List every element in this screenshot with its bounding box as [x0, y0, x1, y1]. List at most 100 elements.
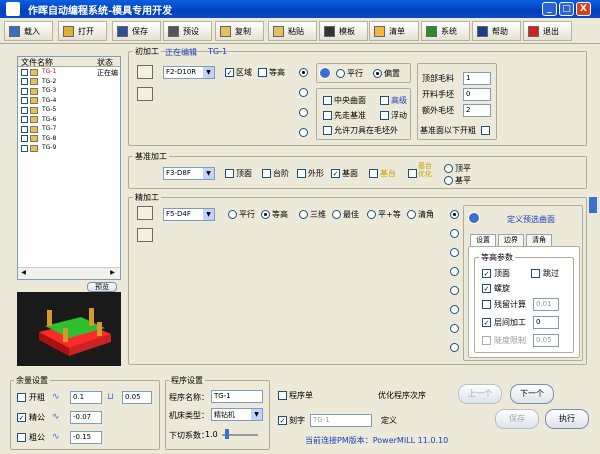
toolbar-button-preset[interactable]: 预设 [163, 21, 212, 41]
file-name[interactable]: TG-7 [42, 125, 56, 132]
toolbar-button-list[interactable]: 清单 [369, 21, 419, 41]
finish-edit-icon[interactable] [137, 228, 153, 242]
file-name[interactable]: TG-9 [42, 144, 56, 151]
spiral-checkbox[interactable]: ✓ [482, 284, 491, 293]
steep-checkbox[interactable] [482, 336, 491, 345]
rough-radio-1[interactable] [299, 68, 308, 77]
residual-input[interactable]: 0.01 [533, 298, 559, 311]
file-name[interactable]: TG-1 [42, 68, 56, 75]
layer-checkbox[interactable]: ✓ [482, 318, 491, 327]
finish-strategy-radio-7[interactable] [450, 343, 459, 352]
stock-1-input[interactable]: -0.07 [70, 411, 102, 424]
toolbar-button-paste[interactable]: 粘贴 [268, 21, 317, 41]
stock-0-checkbox[interactable] [17, 393, 26, 402]
datum-1-checkbox[interactable] [262, 169, 271, 178]
engrave-input[interactable]: TG-1 [310, 414, 372, 427]
file-checkbox[interactable] [21, 116, 28, 123]
file-checkbox[interactable] [21, 125, 28, 133]
file-checkbox[interactable] [21, 144, 28, 152]
datum-3-checkbox[interactable]: ✓ [331, 169, 340, 178]
rough-area-checkbox[interactable]: ✓ [225, 68, 234, 77]
toolbar-button-help[interactable]: 帮助 [472, 21, 521, 41]
file-checkbox[interactable] [21, 68, 28, 76]
vertical-scroll-thumb[interactable] [589, 197, 597, 213]
column-header-name[interactable]: 文件名称 [21, 57, 53, 68]
finish-option-0-radio[interactable] [228, 210, 237, 219]
rough-tool-select[interactable]: F2-D10R [163, 66, 215, 79]
finish-strategy-radio-2[interactable] [450, 248, 459, 257]
file-name[interactable]: TG-3 [42, 87, 56, 94]
offset-radio[interactable] [373, 69, 382, 78]
finish-top-checkbox[interactable]: ✓ [482, 269, 491, 278]
center-surface-checkbox[interactable] [323, 96, 332, 105]
maximize-button[interactable]: □ [559, 2, 574, 16]
advanced-checkbox[interactable] [380, 96, 389, 105]
finish-option-4-radio[interactable] [367, 210, 376, 219]
finish-option-1-radio[interactable] [261, 210, 270, 219]
machine-type-select[interactable]: 精钻机 [211, 408, 263, 421]
datum-4-checkbox[interactable] [369, 169, 378, 178]
layer-input[interactable]: 0 [533, 316, 559, 329]
finish-strategy-radio-5[interactable] [450, 305, 459, 314]
rough-radio-4[interactable] [299, 128, 308, 137]
rough-radio-2[interactable] [299, 88, 308, 97]
stock-2-input[interactable]: -0.15 [70, 431, 102, 444]
top-stock-input[interactable]: 1 [463, 72, 491, 85]
finish-option-5-radio[interactable] [407, 210, 416, 219]
rough-zlevel-checkbox[interactable] [258, 68, 267, 77]
finish-skip-checkbox[interactable] [531, 269, 540, 278]
file-list[interactable]: 文件名称 状态 TG-1 正在编 TG-2 TG-3 TG-4 TG-5 TG-6 TG-7 T… [17, 56, 121, 280]
define-surface-label[interactable]: 定义预选曲面 [507, 214, 555, 225]
minimize-button[interactable]: _ [542, 2, 557, 16]
finish-strategy-radio-3[interactable] [450, 267, 459, 276]
steep-input[interactable]: 0.05 [533, 334, 559, 347]
finish-option-3-radio[interactable] [332, 210, 341, 219]
close-button[interactable]: X [576, 2, 591, 16]
prev-button[interactable]: 上一个 [458, 384, 502, 404]
file-name[interactable]: TG-2 [42, 78, 56, 85]
toolbar-button-template[interactable]: 模板 [319, 21, 368, 41]
open-stock-input[interactable]: 0 [463, 88, 491, 101]
finish-strategy-radio-0[interactable] [450, 210, 459, 219]
factor-slider-thumb[interactable] [225, 429, 229, 439]
rough-stock-input-2[interactable]: 0.05 [122, 391, 152, 404]
program-name-input[interactable]: TG-1 [211, 390, 263, 403]
file-checkbox[interactable] [21, 106, 28, 114]
datum-0-checkbox[interactable] [225, 169, 234, 178]
toolbar-button-open[interactable]: 打开 [58, 21, 107, 41]
scroll-right-icon[interactable]: ▶ [108, 269, 117, 278]
file-name[interactable]: TG-5 [42, 106, 56, 113]
finish-strategy-radio-6[interactable] [450, 324, 459, 333]
parallel-radio[interactable] [336, 69, 345, 78]
datum-first-checkbox[interactable] [323, 111, 332, 120]
engrave-checkbox[interactable]: ✓ [278, 416, 287, 425]
define-surface-icon[interactable] [468, 212, 480, 224]
extra-stock-input[interactable]: 2 [463, 104, 491, 117]
allow-outside-checkbox[interactable] [323, 126, 332, 135]
stock-0-input[interactable]: 0.1 [70, 391, 102, 404]
file-checkbox[interactable] [21, 97, 28, 104]
stock-1-checkbox[interactable]: ✓ [17, 413, 26, 422]
float-checkbox[interactable] [380, 111, 389, 120]
toolbar-button-system[interactable]: 系统 [421, 21, 470, 41]
file-checkbox[interactable] [21, 78, 28, 85]
tab-corner[interactable]: 清角 [526, 234, 552, 246]
toolbar-button-load[interactable]: 载入 [4, 21, 53, 41]
top-flat-radio[interactable] [444, 164, 453, 173]
rough-edit-icon[interactable] [137, 87, 153, 101]
tool-library-icon[interactable] [137, 65, 153, 79]
program-list-checkbox[interactable] [278, 391, 287, 400]
toolbar-button-copy[interactable]: 复制 [215, 21, 264, 41]
save-button[interactable]: 保存 [495, 409, 539, 429]
file-name[interactable]: TG-8 [42, 135, 56, 142]
below-datum-checkbox[interactable] [481, 126, 490, 135]
horizontal-scrollbar[interactable]: ◀ ▶ [18, 267, 120, 279]
file-checkbox[interactable] [21, 87, 28, 95]
execute-button[interactable]: 执行 [545, 409, 589, 429]
file-name[interactable]: TG-4 [42, 97, 56, 104]
datum-2-checkbox[interactable] [297, 169, 306, 178]
finish-tool-icon[interactable] [137, 206, 153, 220]
toolbar-button-save[interactable]: 保存 [112, 21, 161, 41]
rough-radio-3[interactable] [299, 108, 308, 117]
toolbar-button-exit[interactable]: 退出 [523, 21, 572, 41]
